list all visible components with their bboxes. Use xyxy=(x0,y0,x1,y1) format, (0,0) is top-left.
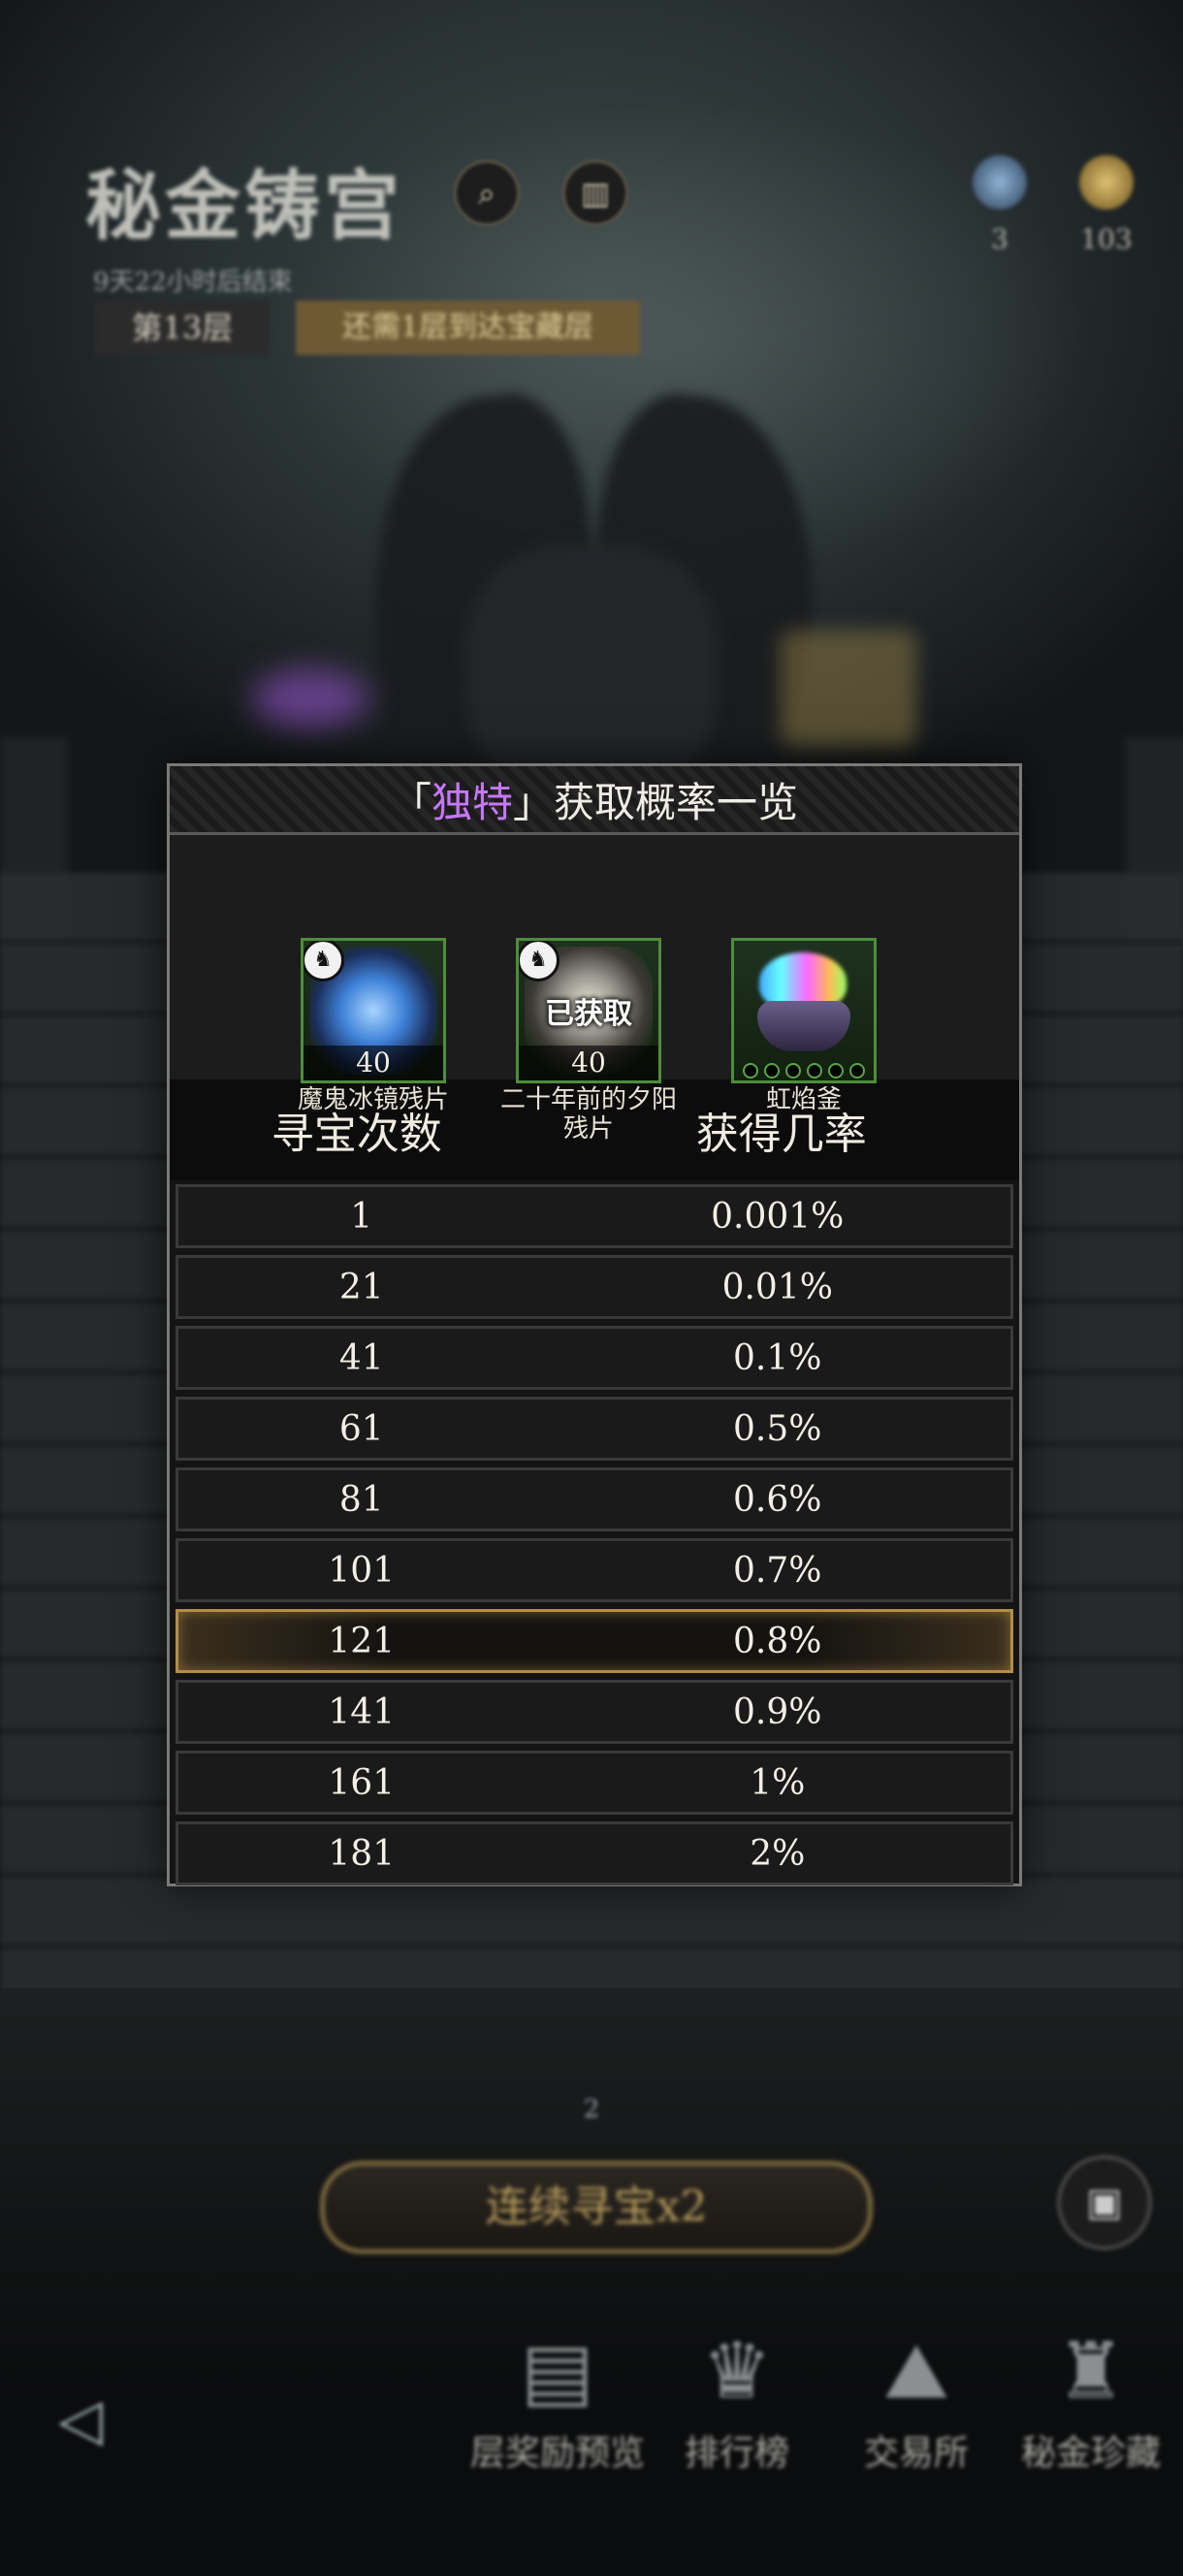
hunt-count-cell: 141 xyxy=(328,1691,396,1732)
table-row: 81 0.6% xyxy=(176,1467,1013,1531)
dark-floor xyxy=(0,1988,1183,2576)
reward-preview-icon: ▤ xyxy=(521,2326,594,2416)
rate-cell: 0.7% xyxy=(733,1550,822,1591)
table-row: 61 0.5% xyxy=(176,1397,1013,1461)
gargoyle-statue xyxy=(465,543,718,795)
modal-title-suffix: 」获取概率一览 xyxy=(513,778,799,826)
nav-exchange[interactable]: ⛰ 交易所 xyxy=(824,2318,1008,2475)
rate-cell: 0.5% xyxy=(733,1408,822,1449)
table-row: 161 1% xyxy=(176,1751,1013,1815)
reward-item-name: 虹焰釜 xyxy=(765,1085,842,1114)
rate-cell: 2% xyxy=(750,1833,806,1874)
cauldron-icon xyxy=(757,1001,850,1051)
reward-item-count: 40 xyxy=(519,1046,658,1080)
table-row: 21 0.01% xyxy=(176,1255,1013,1319)
table-row: 41 0.1% xyxy=(176,1326,1013,1390)
reward-item-frame xyxy=(731,938,877,1083)
nav-label: 交易所 xyxy=(863,2433,969,2473)
modal-title: 「独特」获取概率一览 xyxy=(391,770,798,829)
rate-cell: 1% xyxy=(750,1762,806,1803)
floor-label: 第13层 xyxy=(95,301,270,355)
nav-label: 排行榜 xyxy=(684,2433,789,2473)
reward-items: ♞ 40 魔鬼冰镜残片 ♞ 已获取 40 二十年前的夕阳残片 虹焰釜 xyxy=(170,835,1019,1143)
probability-table: 1 0.001% 21 0.01% 41 0.1% 61 0.5% 81 0.6% 101… xyxy=(170,1180,1019,1885)
currency-gold: 103 xyxy=(1072,155,1140,255)
reward-item-sunset[interactable]: ♞ 已获取 40 二十年前的夕阳残片 xyxy=(496,938,681,1143)
event-timer: 9天22小时后结束 xyxy=(93,268,293,297)
rate-cell: 0.01% xyxy=(721,1267,833,1307)
modal-header: 「独特」获取概率一览 xyxy=(170,766,1019,835)
back-arrow-icon[interactable]: ◁ xyxy=(58,2386,155,2454)
rate-cell: 0.6% xyxy=(733,1479,822,1520)
table-row: 141 0.9% xyxy=(176,1680,1013,1744)
probability-modal: 「独特」获取概率一览 ♞ 40 魔鬼冰镜残片 ♞ 已获取 40 二十年前的夕阳残… xyxy=(167,763,1022,1886)
gold-coin-icon xyxy=(1079,155,1134,209)
star-slots xyxy=(740,1063,868,1079)
reward-item-name: 二十年前的夕阳残片 xyxy=(499,1085,677,1143)
hunt-count-cell: 1 xyxy=(350,1196,373,1237)
hunt-count-cell: 121 xyxy=(328,1621,396,1661)
hunt-remaining-count: 2 xyxy=(583,2095,600,2124)
reward-item-frame: ♞ 已获取 40 xyxy=(516,938,661,1083)
hunt-count-cell: 21 xyxy=(338,1267,384,1307)
treasure-chest-glow xyxy=(781,630,916,747)
hunt-count-cell: 61 xyxy=(338,1408,384,1449)
nav-floor-reward-preview[interactable]: ▤ 层奖励预览 xyxy=(465,2318,650,2475)
trophy-icon: ♛ xyxy=(702,2326,772,2416)
rate-cell: 0.001% xyxy=(711,1196,845,1237)
hunt-count-cell: 161 xyxy=(328,1762,396,1803)
table-row: 101 0.7% xyxy=(176,1538,1013,1602)
nav-label: 层奖励预览 xyxy=(469,2433,645,2473)
rate-cell: 0.9% xyxy=(733,1691,822,1732)
reward-item-name: 魔鬼冰镜残片 xyxy=(297,1085,449,1114)
rate-cell: 0.1% xyxy=(733,1337,822,1378)
reward-item-rainbow-cauldron[interactable]: 虹焰釜 xyxy=(712,938,896,1114)
reward-item-ice-mirror[interactable]: ♞ 40 魔鬼冰镜残片 xyxy=(281,938,465,1114)
nav-collection[interactable]: ♜ 秘金珍藏 xyxy=(999,2318,1183,2475)
nav-leaderboard[interactable]: ♛ 排行榜 xyxy=(645,2318,829,2475)
hunt-count-cell: 41 xyxy=(338,1337,384,1378)
table-row: 1 0.001% xyxy=(176,1184,1013,1248)
hunt-count-cell: 81 xyxy=(338,1479,384,1520)
nav-label: 秘金珍藏 xyxy=(1020,2433,1161,2473)
table-row: 181 2% xyxy=(176,1821,1013,1885)
floor-hint-banner: 还需1层到达宝藏层 xyxy=(296,301,640,355)
collection-icon: ♜ xyxy=(1056,2326,1126,2416)
page-title: 秘金铸宫 xyxy=(85,162,404,250)
gold-count: 103 xyxy=(1080,223,1133,255)
obtained-label: 已获取 xyxy=(545,997,632,1031)
crystal-icon xyxy=(973,155,1027,209)
crystal-count: 3 xyxy=(991,223,1008,255)
currency-crystal: 3 xyxy=(966,155,1034,255)
exchange-icon: ⛰ xyxy=(883,2326,949,2416)
reward-item-count: 40 xyxy=(304,1046,443,1080)
reward-item-frame: ♞ 40 xyxy=(301,938,446,1083)
continuous-hunt-button[interactable]: 连续寻宝x2 xyxy=(320,2161,873,2254)
hunt-count-cell: 101 xyxy=(328,1550,396,1591)
book-icon[interactable]: ▥ xyxy=(562,160,628,226)
purple-glow xyxy=(252,669,368,727)
rabbit-badge-icon: ♞ xyxy=(519,941,560,982)
rabbit-badge-icon: ♞ xyxy=(304,941,344,982)
chest-icon[interactable]: ▣ xyxy=(1057,2155,1152,2250)
modal-title-highlight: 独特 xyxy=(431,778,513,826)
modal-title-prefix: 「 xyxy=(390,778,432,826)
table-row-current: 121 0.8% xyxy=(176,1609,1013,1673)
magnifier-icon[interactable]: ⌕ xyxy=(454,160,520,226)
hunt-count-cell: 181 xyxy=(328,1833,396,1874)
rate-cell: 0.8% xyxy=(733,1621,822,1661)
